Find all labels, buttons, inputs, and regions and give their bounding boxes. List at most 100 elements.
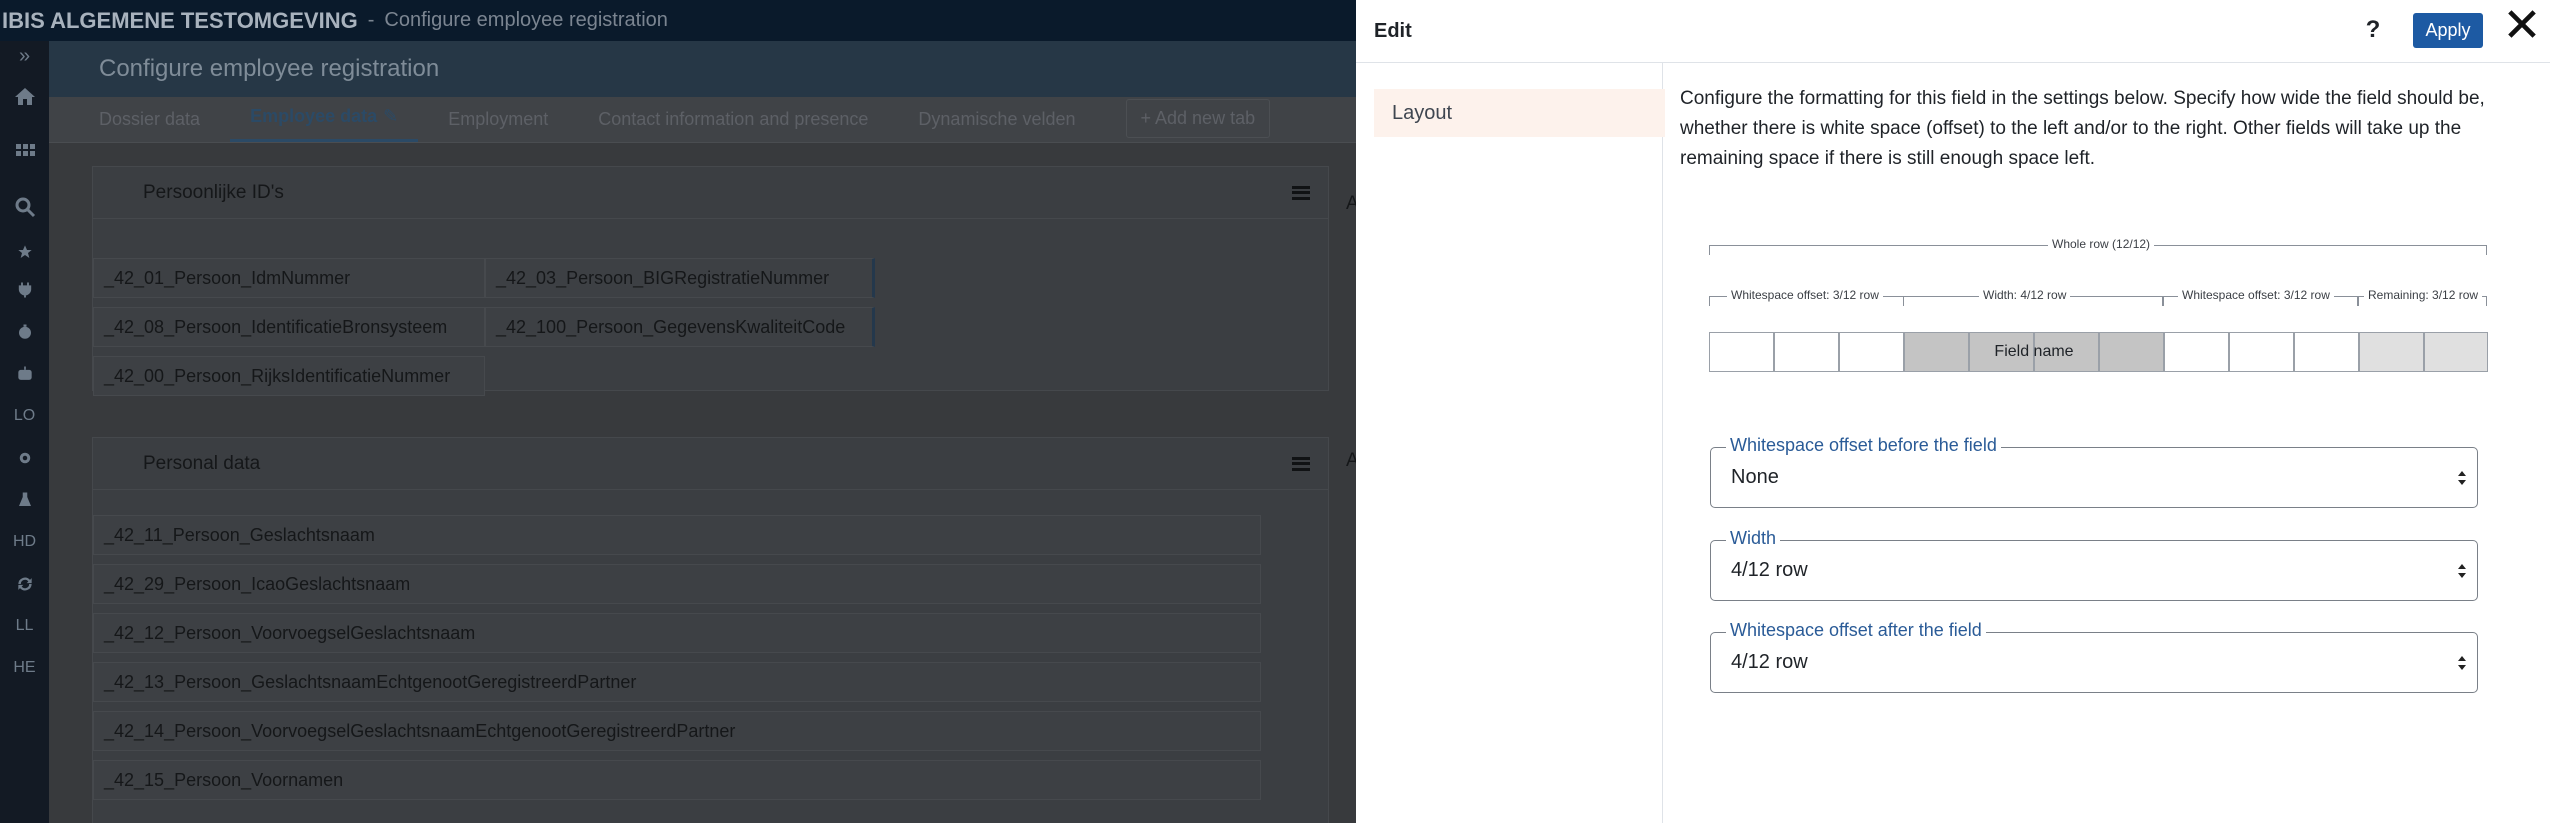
nav-item-label: Layout <box>1392 101 1453 124</box>
page-title: Configure employee registration <box>49 41 1356 97</box>
apply-button[interactable]: Apply <box>2413 13 2483 48</box>
edit-icon[interactable]: ✎ <box>383 106 398 127</box>
nav-apps[interactable] <box>0 123 49 179</box>
select-value: None <box>1731 466 1779 488</box>
tab-dossier-data[interactable]: Dossier data <box>99 109 200 142</box>
sort-arrows-icon <box>2458 471 2466 485</box>
nav-settings[interactable] <box>0 437 49 479</box>
grid-cell <box>2164 332 2229 372</box>
layout-description: Configure the formatting for this field … <box>1680 88 2485 169</box>
field-item[interactable]: _42_14_Persoon_VoorvoegselGeslachtsnaamE… <box>93 711 1261 751</box>
app-root: IBIS ALGEMENE TESTOMGEVING - Configure e… <box>0 0 2550 823</box>
field-item[interactable]: _42_100_Persoon_GegevensKwaliteitCode <box>485 307 875 347</box>
close-icon <box>2508 10 2536 38</box>
nav-favorites[interactable] <box>0 235 49 269</box>
select-label: Width <box>1726 528 1781 549</box>
field-item[interactable]: _42_13_Persoon_GeslachtsnaamEchtgenootGe… <box>93 662 1261 702</box>
field-item[interactable]: _42_12_Persoon_VoorvoegselGeslachtsnaam <box>93 613 1261 653</box>
sort-arrows-icon <box>2458 564 2466 578</box>
grid-cell <box>1709 332 1774 372</box>
nav-item-ll[interactable]: LL <box>0 605 49 647</box>
select-value: 4/12 row <box>1731 651 1808 673</box>
nav-plugins[interactable] <box>0 269 49 311</box>
field-item[interactable]: _42_15_Persoon_Voornamen <box>93 760 1261 800</box>
add-new-tab-button[interactable]: + Add new tab <box>1125 99 1271 138</box>
field-item[interactable]: _42_00_Persoon_RijksIdentificatieNummer <box>93 356 485 396</box>
field-item[interactable]: _42_11_Persoon_Geslachtsnaam <box>93 515 1261 555</box>
offset-after-select[interactable]: Whitespace offset after the field 4/12 r… <box>1710 620 2478 693</box>
home-icon <box>14 88 35 105</box>
nav-search[interactable] <box>0 179 49 235</box>
tab-employment[interactable]: Employment <box>448 109 548 142</box>
nav-robot[interactable] <box>0 353 49 395</box>
nav-item-layout[interactable]: Layout <box>1374 89 1665 137</box>
offset-before-label: Whitespace offset: 3/12 row <box>1727 288 1883 302</box>
field-item[interactable]: _42_08_Persoon_IdentificatieBronsysteem <box>93 307 485 347</box>
field-item[interactable]: _42_03_Persoon_BIGRegistratieNummer <box>485 258 875 298</box>
nav-home[interactable] <box>0 71 49 123</box>
nav-label: LO <box>13 407 36 424</box>
nav-sync[interactable] <box>0 563 49 605</box>
close-button[interactable] <box>2508 10 2540 50</box>
layout-diagram: Whole row (12/12) Whitespace offset: 3/1… <box>1709 236 2489 376</box>
field-item[interactable]: _42_01_Persoon_IdmNummer <box>93 258 485 298</box>
app-title: IBIS ALGEMENE TESTOMGEVING <box>2 7 358 33</box>
select-label: Whitespace offset before the field <box>1726 435 2001 456</box>
search-icon <box>15 197 35 218</box>
hamburger-menu-icon[interactable] <box>1292 185 1310 200</box>
clock-icon <box>18 324 31 339</box>
tab-label: Employee data <box>250 106 378 126</box>
flask-icon <box>18 492 31 506</box>
hamburger-menu-icon[interactable] <box>1292 456 1310 471</box>
card-header: Persoonlijke ID's <box>93 167 1328 219</box>
card-header: Personal data <box>93 438 1328 490</box>
panel-divider <box>1662 63 1663 823</box>
card-title: Personal data <box>143 452 261 474</box>
edit-panel: Edit ? Apply Layout Configure the format… <box>1356 0 2550 823</box>
width-label: Width: 4/12 row <box>1979 288 2071 302</box>
nav-history[interactable] <box>0 311 49 353</box>
nav-item-he[interactable]: HE <box>0 647 49 689</box>
sync-icon <box>17 577 32 591</box>
card-title: Persoonlijke ID's <box>143 181 284 203</box>
nav-item-lo[interactable]: LO <box>0 395 49 437</box>
nav-label: HE <box>13 659 36 676</box>
breadcrumb: Configure employee registration <box>384 9 668 31</box>
plug-icon <box>18 282 31 298</box>
offset-after-label: Whitespace offset: 3/12 row <box>2178 288 2334 302</box>
field-name-label: Field name <box>1994 343 2074 360</box>
help-button[interactable]: ? <box>2359 14 2387 46</box>
nav-item-hd[interactable]: HD <box>0 521 49 563</box>
grid-cell <box>1839 332 1904 372</box>
field-item[interactable]: _42_29_Persoon_IcaoGeslachtsnaam <box>93 564 1261 604</box>
expand-nav-button[interactable]: » <box>0 41 49 71</box>
grid-cell-remaining <box>2424 332 2488 372</box>
main-content: Configure employee registration Dossier … <box>49 41 1359 823</box>
tab-contact-information[interactable]: Contact information and presence <box>598 109 868 142</box>
nav-label: LL <box>15 617 34 634</box>
top-bar: IBIS ALGEMENE TESTOMGEVING - Configure e… <box>0 0 1356 41</box>
left-navigation: » LO HD LL HE <box>0 41 49 823</box>
nav-label: HD <box>12 533 37 550</box>
grid-icon <box>15 144 35 156</box>
title-separator: - <box>367 9 375 31</box>
grid-cell <box>1774 332 1839 372</box>
grid-cell <box>2229 332 2294 372</box>
panel-header: Edit ? Apply <box>1356 0 2550 63</box>
gear-icon <box>19 452 30 464</box>
star-icon <box>17 245 32 258</box>
chevrons-right-icon: » <box>18 44 31 67</box>
offset-before-select[interactable]: Whitespace offset before the field None <box>1710 435 2478 508</box>
nav-lab[interactable] <box>0 479 49 521</box>
remaining-label: Remaining: 3/12 row <box>2364 288 2483 302</box>
tab-employee-data[interactable]: Employee data ✎ <box>230 106 419 142</box>
whole-row-label: Whole row (12/12) <box>2048 237 2155 251</box>
grid-cell-remaining <box>2359 332 2424 372</box>
tab-dynamic-fields[interactable]: Dynamische velden <box>918 109 1075 142</box>
grid-cell <box>2294 332 2359 372</box>
width-select[interactable]: Width 4/12 row <box>1710 528 2478 601</box>
panel-title: Edit <box>1374 20 1412 42</box>
robot-icon <box>17 366 32 380</box>
select-value: 4/12 row <box>1731 559 1808 581</box>
select-label: Whitespace offset after the field <box>1726 620 1986 641</box>
